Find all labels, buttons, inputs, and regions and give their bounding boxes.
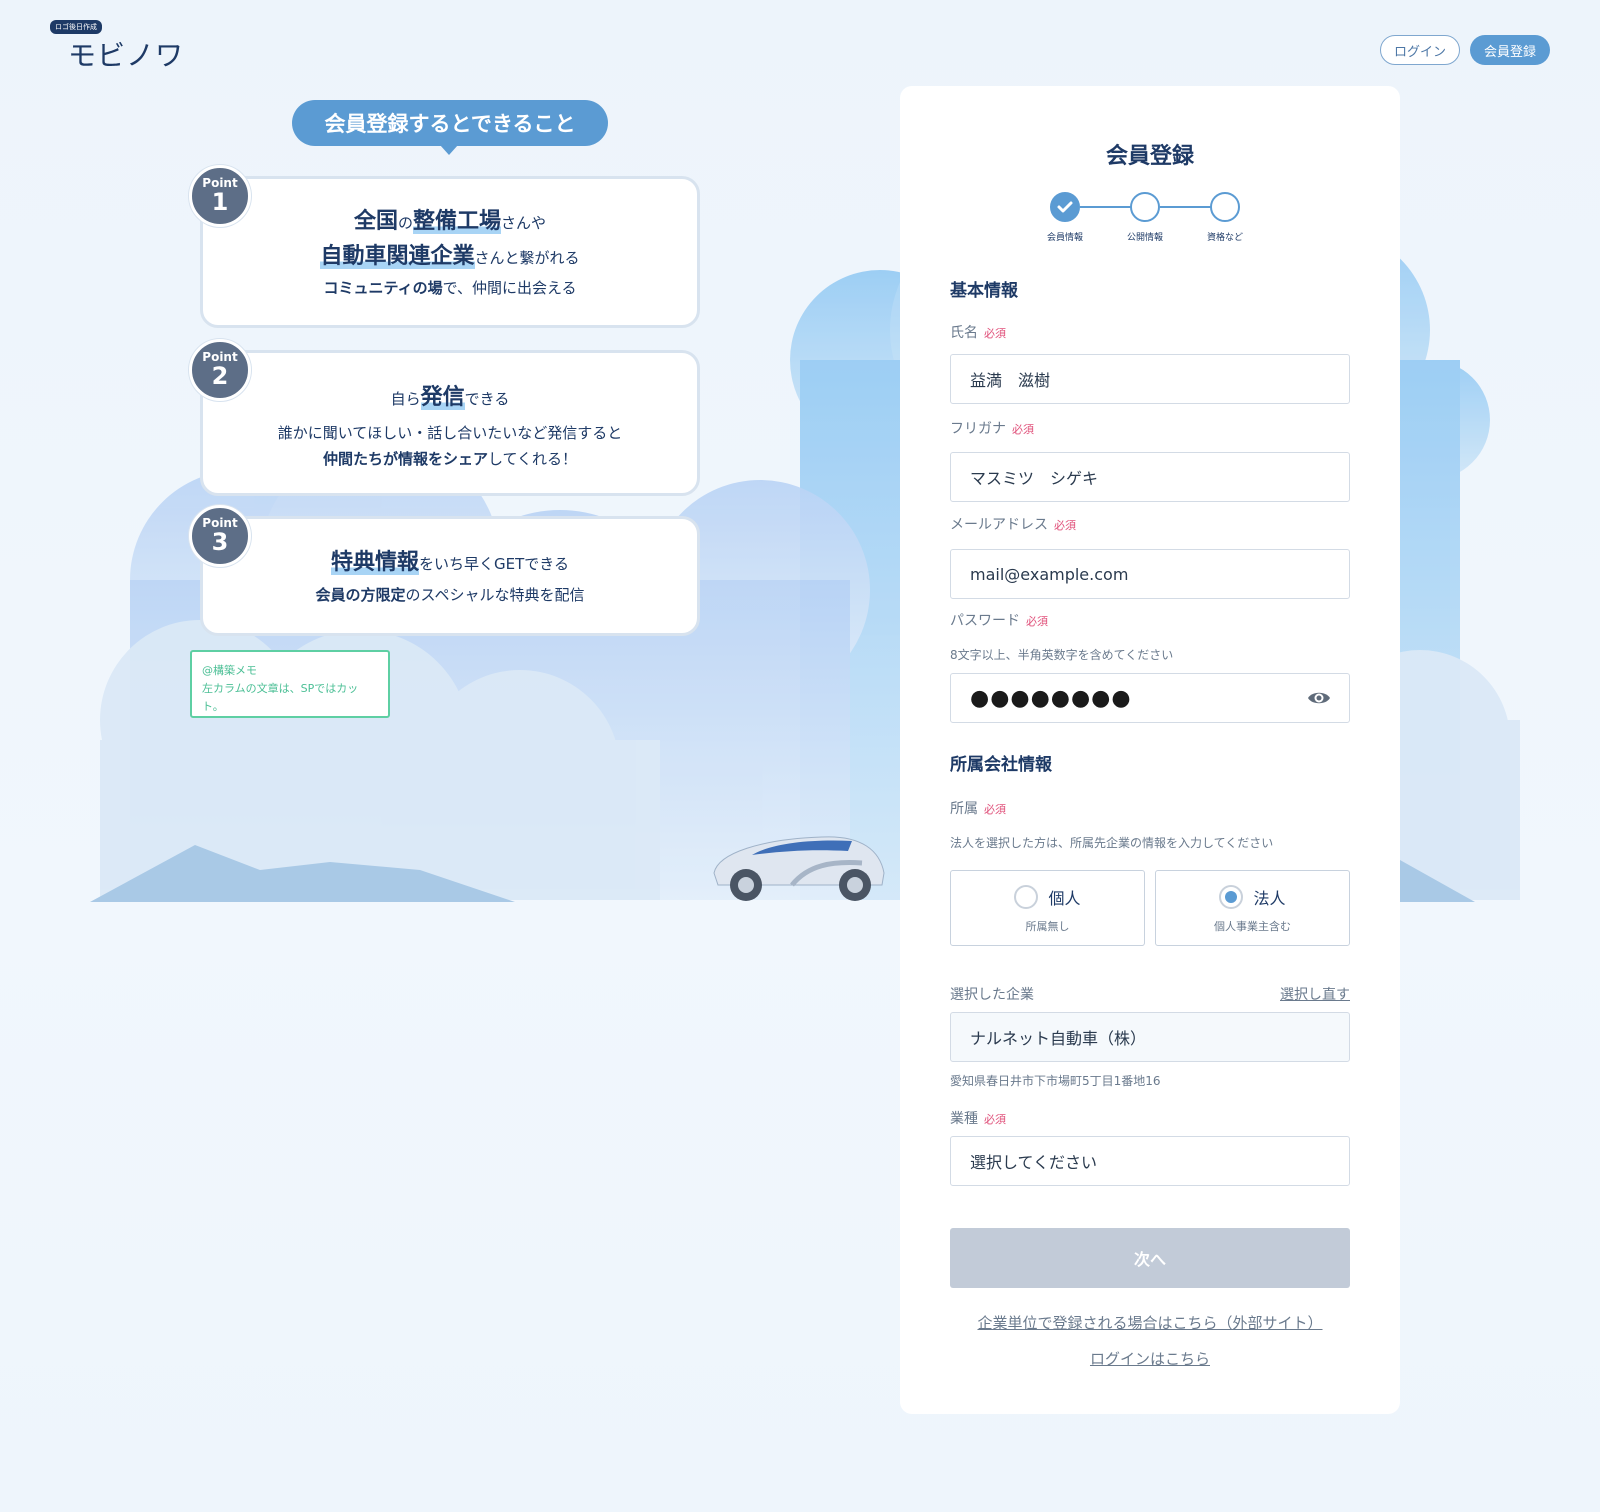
point2-text-self: 自ら — [390, 390, 421, 408]
kana-label: フリガナ 必須 — [950, 418, 1034, 438]
memo-title: @構築メモ — [202, 664, 257, 677]
corporate-registration-link[interactable]: 企業単位で登録される場合はこちら（外部サイト） — [900, 1312, 1400, 1333]
radio-individual-sub: 所属無し — [1025, 920, 1070, 933]
required-badge: 必須 — [1054, 519, 1076, 532]
point-card-2: Point 2 自ら発信できる 誰かに聞いてほしい・話し合いたいなど発信すると … — [189, 339, 700, 496]
email-label-text: メールアドレス — [950, 517, 1048, 533]
step-1-label: 会員情報 — [1046, 233, 1083, 243]
selected-company-field: ナルネット自動車（株） — [950, 1012, 1350, 1062]
point1-text-san-ya: さんや — [501, 214, 547, 232]
eye-icon[interactable] — [1307, 689, 1331, 707]
point-number: 1 — [211, 188, 229, 216]
step-3 — [1210, 192, 1240, 222]
selected-company-label: 選択した企業 — [950, 987, 1034, 1003]
point1-text-connect: さんと繋がれる — [474, 249, 580, 267]
point1-text-no: の — [397, 214, 413, 232]
point1-text-national: 全国 — [353, 209, 398, 234]
point1-text-shops: 整備工場 — [413, 209, 502, 234]
login-link[interactable]: ログインはこちら — [900, 1348, 1400, 1369]
affiliation-hint: 法人を選択した方は、所属先企業の情報を入力してください — [950, 836, 1274, 850]
point-badge-1: Point 1 — [189, 165, 251, 227]
step-2 — [1130, 192, 1160, 222]
header-register-button[interactable]: 会員登録 — [1470, 35, 1550, 65]
radio-corporate-sub: 個人事業主含む — [1214, 920, 1291, 933]
point3-text-members: 会員の方限定 — [315, 586, 406, 604]
point2-text-broadcast: 発信 — [420, 385, 465, 410]
point-badge-3: Point 3 — [189, 505, 251, 567]
site-logo[interactable]: ロゴ後日作成 モビノワ — [50, 14, 184, 74]
point3-text-special: のスペシャルな特典を配信 — [405, 586, 585, 604]
password-label-text: パスワード — [950, 613, 1020, 629]
point2-text-will: してくれる！ — [487, 450, 578, 468]
email-label: メールアドレス 必須 — [950, 514, 1076, 534]
name-label-text: 氏名 — [950, 325, 978, 341]
radio-corporate-label: 法人 — [1253, 889, 1286, 908]
point1-text-community: コミュニティの場 — [323, 279, 443, 297]
radio-individual-label: 個人 — [1048, 889, 1081, 908]
required-badge: 必須 — [1012, 423, 1034, 436]
registration-form-panel: 会員登録 会員情報 公開情報 資格など 基本情報 氏名 必須 益満 滋樹 フリガナ… — [900, 86, 1400, 1414]
logo-wordmark: モビノワ — [68, 39, 185, 72]
point1-text-companies: 自動車関連企業 — [320, 244, 475, 269]
required-badge: 必須 — [984, 1113, 1006, 1126]
form-title: 会員登録 — [1105, 144, 1194, 169]
required-badge: 必須 — [1026, 615, 1048, 628]
email-input[interactable]: mail@example.com — [950, 549, 1350, 599]
point-number: 3 — [211, 528, 229, 556]
point2-text-share: 仲間たちが情報をシェア — [322, 450, 488, 468]
affiliation-label-text: 所属 — [950, 801, 978, 817]
password-label: パスワード 必須 — [950, 610, 1048, 630]
required-badge: 必須 — [984, 327, 1006, 340]
section-company-info: 所属会社情報 — [950, 755, 1052, 775]
name-label: 氏名 必須 — [950, 322, 1006, 342]
radio-circle-checked[interactable] — [1219, 885, 1244, 909]
point-card-3: Point 3 特典情報をいち早くGETできる 会員の方限定のスペシャルな特典を… — [189, 505, 700, 636]
password-input[interactable]: ●●●●●●●● — [950, 673, 1350, 723]
build-memo-note: @構築メモ 左カラムの文章は、SPではカット。 — [190, 650, 390, 718]
radio-circle-unchecked[interactable] — [1014, 885, 1039, 909]
next-button[interactable]: 次へ — [950, 1228, 1350, 1288]
reselect-link[interactable]: 選択し直す — [1280, 984, 1350, 1004]
affiliation-label: 所属 必須 — [950, 798, 1006, 818]
industry-select[interactable]: 選択してください — [950, 1136, 1350, 1186]
logo-placeholder-badge: ロゴ後日作成 — [50, 20, 102, 34]
point1-text-meet: で、仲間に出会える — [442, 279, 577, 297]
memo-text: 左カラムの文章は、SPではカット。 — [202, 682, 359, 713]
features-heading-bubble: 会員登録するとできること — [292, 100, 608, 155]
point-badge-2: Point 2 — [189, 339, 251, 401]
point-number: 2 — [211, 362, 229, 390]
progress-stepper: 会員情報 公開情報 資格など — [900, 192, 1400, 243]
industry-label: 業種 必須 — [950, 1108, 1006, 1128]
company-address: 愛知県春日井市下市場町5丁目1番地16 — [950, 1074, 1161, 1088]
step-3-label: 資格など — [1206, 233, 1243, 243]
step-1-complete — [1050, 192, 1080, 222]
password-masked-value: ●●●●●●●● — [970, 685, 1132, 711]
name-input[interactable]: 益満 滋樹 — [950, 354, 1350, 404]
header-login-button[interactable]: ログイン — [1380, 35, 1460, 65]
industry-label-text: 業種 — [950, 1111, 978, 1127]
point3-text-benefits: 特典情報 — [331, 550, 420, 575]
section-basic-info: 基本情報 — [950, 281, 1018, 301]
radio-corporate[interactable]: 法人 個人事業主含む — [1155, 870, 1350, 946]
point2-text-can: できる — [464, 390, 510, 408]
radio-individual[interactable]: 個人 所属無し — [950, 870, 1145, 946]
kana-label-text: フリガナ — [950, 421, 1006, 437]
point-card-1: Point 1 全国の整備工場さんや 自動車関連企業さんと繋がれる コミュニティ… — [189, 165, 700, 328]
password-hint: 8文字以上、半角英数字を含めてください — [950, 648, 1174, 662]
point3-text-get: をいち早くGETできる — [419, 555, 569, 573]
check-icon — [1057, 201, 1073, 213]
required-badge: 必須 — [984, 803, 1006, 816]
point2-text-ask: 誰かに聞いてほしい・話し合いたいなど発信すると — [277, 424, 623, 442]
step-2-label: 公開情報 — [1126, 233, 1163, 243]
kana-input[interactable]: マスミツ シゲキ — [950, 452, 1350, 502]
